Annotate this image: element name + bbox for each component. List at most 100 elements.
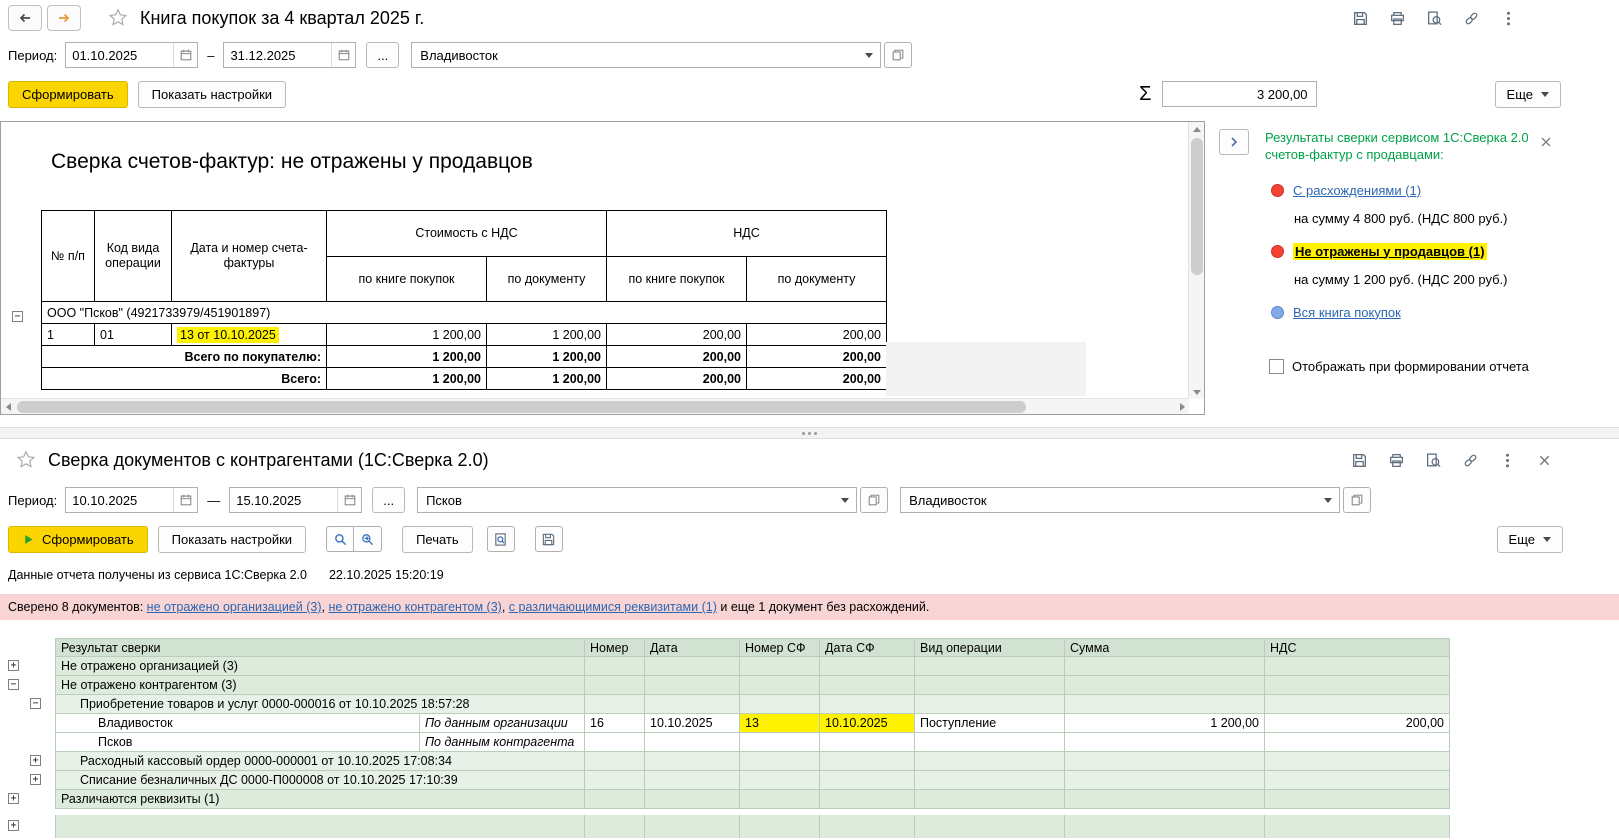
more-button[interactable]: Еще bbox=[1494, 80, 1561, 108]
status-bar: Данные отчета получены из сервиса 1С:Све… bbox=[0, 566, 1619, 584]
vertical-scroll-thumb[interactable] bbox=[1191, 138, 1203, 275]
vertical-scroll-track[interactable] bbox=[1189, 136, 1204, 385]
sum-total-input[interactable] bbox=[1161, 81, 1317, 107]
period-to-input[interactable] bbox=[230, 492, 338, 508]
group-row-not-reflected-counterparty[interactable]: − Не отражено контрагентом (3) bbox=[0, 676, 1619, 695]
preview-icon[interactable] bbox=[486, 526, 515, 552]
scroll-left-icon[interactable] bbox=[1, 400, 15, 414]
not-reflected-item: Не отражены у продавцов (1) bbox=[1271, 240, 1619, 262]
report-title: Сверка счетов-фактур: не отражены у прод… bbox=[51, 150, 533, 173]
open-organization-button[interactable] bbox=[1343, 487, 1372, 513]
show-settings-button[interactable]: Показать настройки bbox=[137, 80, 287, 108]
total-label: Всего: bbox=[41, 367, 327, 390]
vertical-scrollbar[interactable] bbox=[1188, 122, 1204, 399]
chevron-down-icon[interactable] bbox=[1317, 488, 1339, 512]
show-on-generate-checkbox[interactable] bbox=[1269, 359, 1284, 374]
total-cost-book: 1 200,00 bbox=[326, 367, 487, 390]
forward-button[interactable] bbox=[47, 5, 81, 31]
scroll-right-icon[interactable] bbox=[1175, 400, 1189, 414]
document-group-row[interactable]: + Расходный кассовый ордер 0000-000001 о… bbox=[0, 752, 1619, 771]
scroll-up-icon[interactable] bbox=[1190, 122, 1204, 136]
horizontal-scroll-track[interactable] bbox=[15, 399, 1175, 414]
document-group-row[interactable]: + Списание безналичных ДС 0000-П000008 о… bbox=[0, 771, 1619, 790]
print-icon[interactable] bbox=[1383, 447, 1409, 473]
expander-icon[interactable]: + bbox=[30, 755, 41, 766]
open-organization-button[interactable] bbox=[884, 42, 913, 68]
save-icon[interactable] bbox=[1346, 447, 1372, 473]
header-row: № п/п Код вида операции Дата и номер сче… bbox=[41, 210, 887, 302]
period-from-input[interactable] bbox=[66, 492, 174, 508]
group-row-seller[interactable]: ООО "Псков" (4921733979/451901897) bbox=[41, 301, 887, 324]
period-to-input[interactable] bbox=[224, 47, 332, 63]
invoice-row[interactable]: 1 01 13 от 10.10.2025 1 200,00 1 200,00 … bbox=[41, 323, 887, 346]
search-next-icon[interactable] bbox=[354, 526, 383, 552]
expander-icon[interactable]: − bbox=[30, 698, 41, 709]
expander-icon[interactable]: + bbox=[8, 820, 19, 831]
panel-splitter[interactable] bbox=[0, 427, 1619, 439]
period-label: Период: bbox=[8, 47, 58, 63]
save-icon[interactable] bbox=[534, 526, 563, 552]
organization-value: Владивосток bbox=[420, 47, 498, 63]
expander-icon[interactable]: + bbox=[8, 660, 19, 671]
horizontal-scrollbar[interactable] bbox=[1, 398, 1189, 414]
period-choice-button[interactable]: ... bbox=[366, 42, 400, 68]
generate-button[interactable]: Сформировать bbox=[8, 80, 128, 108]
group-expander[interactable]: − bbox=[12, 311, 23, 322]
organization-combo[interactable]: Владивосток bbox=[411, 42, 882, 68]
total-buyer-row[interactable]: Всего по покупателю: 1 200,00 1 200,00 2… bbox=[41, 345, 887, 368]
not-reflected-counterparty-link[interactable]: не отражено контрагентом (3) bbox=[328, 600, 501, 614]
save-icon[interactable] bbox=[1347, 5, 1373, 31]
favorite-star-icon[interactable] bbox=[16, 450, 36, 470]
calendar-icon[interactable] bbox=[173, 43, 197, 67]
total-row[interactable]: Всего: 1 200,00 1 200,00 200,00 200,00 bbox=[41, 367, 887, 390]
group-row-not-reflected-org[interactable]: + Не отражено организацией (3) bbox=[0, 657, 1619, 676]
organization-data-row[interactable]: Владивосток По данным организации 16 10.… bbox=[0, 714, 1619, 733]
more-menu-icon[interactable] bbox=[1494, 447, 1520, 473]
back-button[interactable] bbox=[8, 5, 42, 31]
find-icon[interactable] bbox=[1420, 447, 1446, 473]
scroll-down-icon[interactable] bbox=[1190, 385, 1204, 399]
calendar-icon[interactable] bbox=[173, 488, 197, 512]
page-title: Книга покупок за 4 квартал 2025 г. bbox=[140, 7, 425, 28]
not-reflected-org-link[interactable]: не отражено организацией (3) bbox=[147, 600, 322, 614]
period-choice-button[interactable]: ... bbox=[372, 487, 406, 513]
link-icon[interactable] bbox=[1457, 447, 1483, 473]
group-label: ООО "Псков" (4921733979/451901897) bbox=[41, 301, 887, 324]
document-label: Расходный кассовый ордер 0000-000001 от … bbox=[55, 752, 585, 771]
whole-book-link[interactable]: Вся книга покупок bbox=[1293, 305, 1401, 320]
period-from-input[interactable] bbox=[66, 47, 174, 63]
close-icon[interactable] bbox=[1535, 131, 1557, 153]
collapse-panel-button[interactable] bbox=[1219, 129, 1249, 155]
cell-num: 1 bbox=[41, 323, 95, 346]
more-button[interactable]: Еще bbox=[1496, 525, 1563, 553]
generate-button[interactable]: Сформировать bbox=[8, 525, 148, 553]
calendar-icon[interactable] bbox=[337, 488, 361, 512]
print-button[interactable]: Печать bbox=[402, 525, 473, 553]
organization-combo[interactable]: Владивосток bbox=[900, 487, 1341, 513]
counterparty-data-row[interactable]: Псков По данным контрагента bbox=[0, 733, 1619, 752]
favorite-star-icon[interactable] bbox=[108, 8, 128, 28]
expander-icon[interactable]: + bbox=[8, 793, 19, 804]
print-icon[interactable] bbox=[1384, 5, 1410, 31]
close-icon[interactable] bbox=[1531, 447, 1557, 473]
different-details-link[interactable]: с различающимися реквизитами (1) bbox=[509, 600, 717, 614]
calendar-icon[interactable] bbox=[331, 43, 355, 67]
expander-icon[interactable]: − bbox=[8, 679, 19, 690]
find-icon[interactable] bbox=[1421, 5, 1447, 31]
col-sum: Сумма bbox=[1065, 638, 1265, 657]
show-settings-button[interactable]: Показать настройки bbox=[157, 525, 307, 553]
group-row-different-details[interactable]: + Различаются реквизиты (1) bbox=[0, 790, 1619, 809]
discrepancies-link[interactable]: С расхождениями (1) bbox=[1293, 183, 1421, 198]
document-group-row[interactable]: − Приобретение товаров и услуг 0000-0000… bbox=[0, 695, 1619, 714]
group-row-partial[interactable]: + bbox=[0, 815, 1619, 838]
expander-icon[interactable]: + bbox=[30, 774, 41, 785]
link-icon[interactable] bbox=[1458, 5, 1484, 31]
chevron-down-icon[interactable] bbox=[858, 43, 880, 67]
counterparty-combo[interactable]: Псков bbox=[417, 487, 858, 513]
horizontal-scroll-thumb[interactable] bbox=[17, 401, 1027, 413]
not-reflected-link[interactable]: Не отражены у продавцов (1) bbox=[1293, 242, 1487, 260]
open-counterparty-button[interactable] bbox=[860, 487, 889, 513]
chevron-down-icon[interactable] bbox=[834, 488, 856, 512]
search-icon[interactable] bbox=[326, 526, 355, 552]
more-menu-icon[interactable] bbox=[1495, 5, 1521, 31]
